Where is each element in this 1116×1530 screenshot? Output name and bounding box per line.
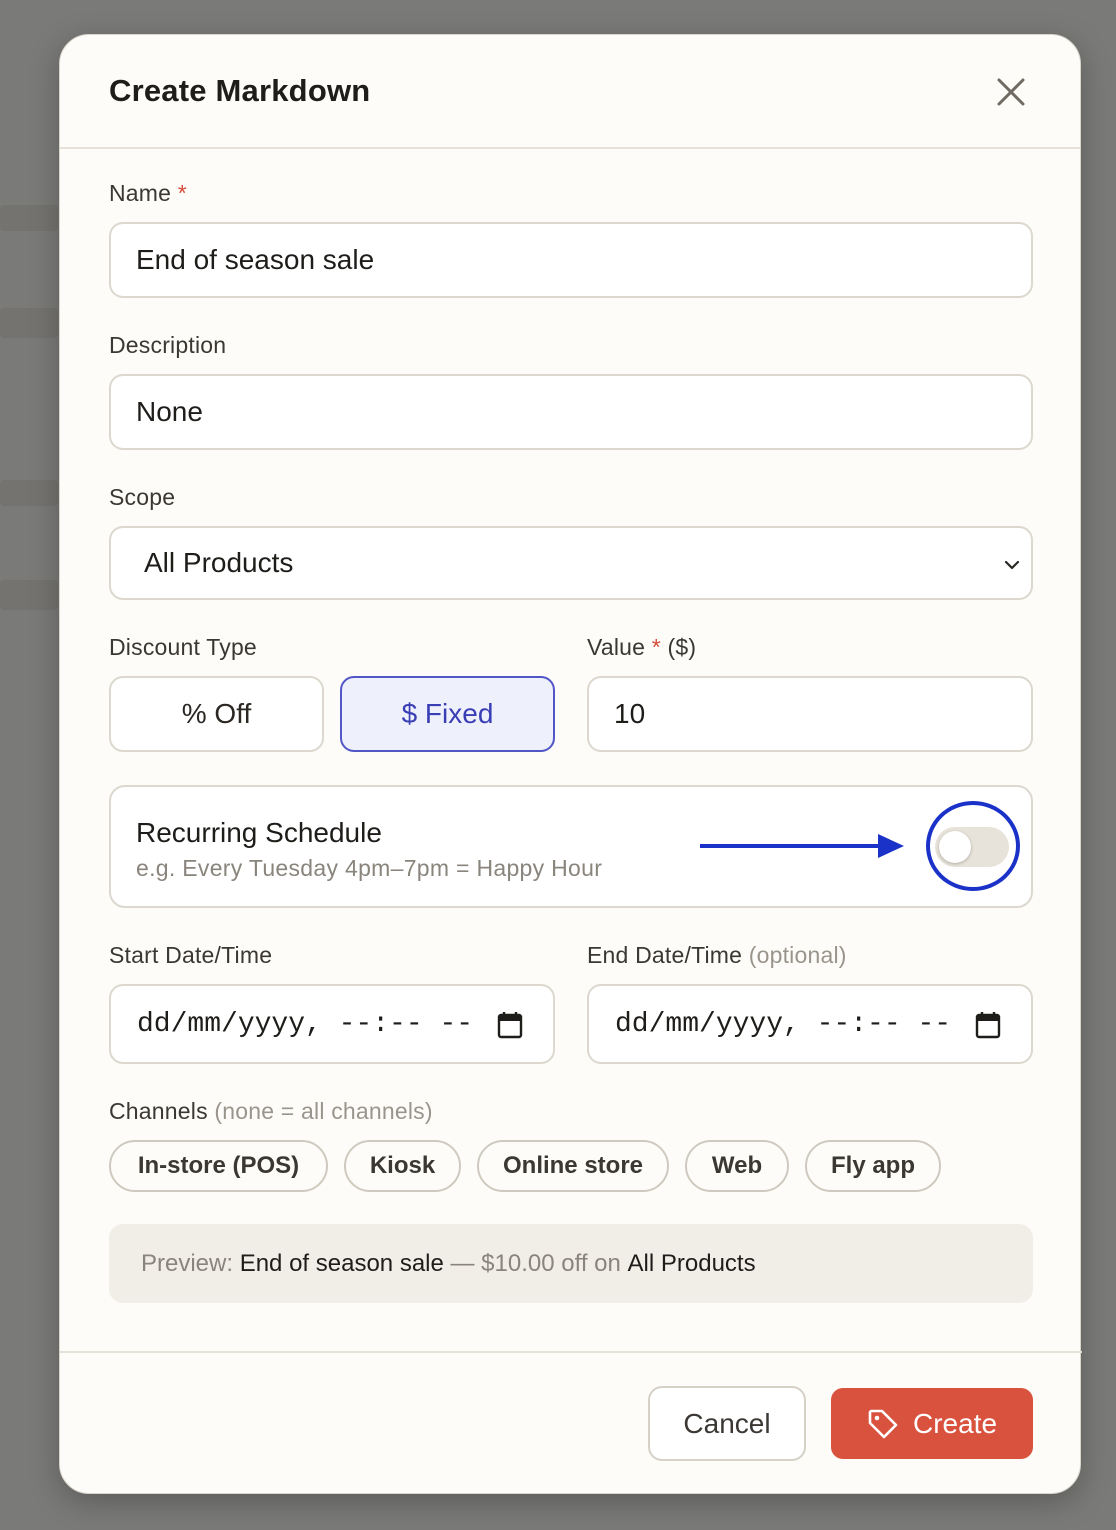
end-date-hint: (optional) xyxy=(748,942,847,968)
channels-label: Channels (none = all channels) xyxy=(109,1098,433,1125)
recurring-schedule-card: Recurring Schedule e.g. Every Tuesday 4p… xyxy=(109,785,1033,908)
required-mark: * xyxy=(177,180,187,206)
channel-chip-label: Online store xyxy=(502,1152,644,1179)
value-input[interactable]: 10 xyxy=(587,676,1033,752)
discount-fixed-label: $ Fixed xyxy=(401,698,494,729)
scope-selected-value: All Products xyxy=(144,547,294,578)
close-button[interactable] xyxy=(994,75,1028,109)
description-input[interactable]: None xyxy=(109,374,1033,450)
cancel-button[interactable]: Cancel xyxy=(648,1386,806,1461)
required-mark: * xyxy=(651,634,661,660)
backdrop-shape xyxy=(0,480,58,506)
value-label-text: Value xyxy=(587,634,646,660)
create-button[interactable]: Create xyxy=(831,1388,1033,1459)
end-date-placeholder: dd/mm/yyyy, --:-- -- xyxy=(615,1008,952,1040)
discount-fixed-option[interactable]: $ Fixed xyxy=(340,676,555,752)
name-label: Name * xyxy=(109,180,187,207)
backdrop-shape xyxy=(0,308,58,338)
dialog-header: Create Markdown xyxy=(60,35,1080,149)
channel-chip-label: In-store (POS) xyxy=(137,1152,300,1179)
channel-chip-online-store[interactable]: Online store xyxy=(477,1140,669,1192)
recurring-title: Recurring Schedule xyxy=(136,817,382,848)
end-date-label-text: End Date/Time xyxy=(587,942,743,968)
toggle-knob xyxy=(939,831,971,863)
cancel-button-label: Cancel xyxy=(683,1407,771,1439)
preview-scope: All Products xyxy=(627,1249,756,1277)
start-date-input[interactable]: dd/mm/yyyy, --:-- -- xyxy=(109,984,555,1064)
backdrop-shape xyxy=(0,205,58,231)
discount-percent-option[interactable]: % Off xyxy=(109,676,324,752)
footer-divider xyxy=(60,1351,1082,1353)
preview-middle: — $10.00 off on xyxy=(450,1249,621,1277)
close-icon xyxy=(997,78,1025,106)
calendar-icon[interactable] xyxy=(975,1011,1001,1039)
description-label: Description xyxy=(109,332,227,358)
chevron-down-icon xyxy=(1004,560,1020,570)
start-date-label: Start Date/Time xyxy=(109,942,273,968)
end-date-input[interactable]: dd/mm/yyyy, --:-- -- xyxy=(587,984,1033,1064)
channels-hint: (none = all channels) xyxy=(214,1098,433,1124)
preview-name: End of season sale xyxy=(239,1249,444,1277)
calendar-icon[interactable] xyxy=(497,1011,523,1039)
description-input-value: None xyxy=(136,396,203,427)
preview-prefix: Preview: xyxy=(141,1249,234,1277)
recurring-subtitle: e.g. Every Tuesday 4pm–7pm = Happy Hour xyxy=(136,855,603,881)
create-markdown-dialog: Create Markdown Name * End of season sal… xyxy=(59,34,1082,1494)
preview-box: Preview: End of season sale — $10.00 off… xyxy=(109,1224,1033,1303)
scope-label: Scope xyxy=(109,484,176,510)
discount-type-label: Discount Type xyxy=(109,634,257,660)
value-label: Value * ($) xyxy=(587,634,696,661)
backdrop-shape xyxy=(0,580,58,610)
dialog-title: Create Markdown xyxy=(109,73,371,108)
annotation-arrow xyxy=(700,834,904,858)
name-input[interactable]: End of season sale xyxy=(109,222,1033,298)
channel-chip-fly-app[interactable]: Fly app xyxy=(805,1140,941,1192)
channel-chip-label: Kiosk xyxy=(369,1152,436,1179)
start-date-placeholder: dd/mm/yyyy, --:-- -- xyxy=(137,1008,474,1040)
discount-percent-label: % Off xyxy=(181,698,252,729)
value-unit: ($) xyxy=(667,634,697,660)
channel-chip-label: Fly app xyxy=(830,1152,915,1179)
value-input-value: 10 xyxy=(614,698,646,729)
channel-chip-kiosk[interactable]: Kiosk xyxy=(344,1140,461,1192)
name-input-value: End of season sale xyxy=(136,244,375,275)
channel-chip-in-store[interactable]: In-store (POS) xyxy=(109,1140,328,1192)
end-date-label: End Date/Time (optional) xyxy=(587,942,847,969)
channels-label-text: Channels xyxy=(109,1098,208,1124)
create-button-label: Create xyxy=(912,1407,998,1439)
name-label-text: Name xyxy=(109,180,172,206)
channel-chip-web[interactable]: Web xyxy=(685,1140,789,1192)
channel-chip-label: Web xyxy=(711,1152,763,1179)
scope-select[interactable]: All Products xyxy=(109,526,1033,600)
recurring-toggle[interactable] xyxy=(935,827,1009,867)
tag-icon xyxy=(868,1409,898,1438)
